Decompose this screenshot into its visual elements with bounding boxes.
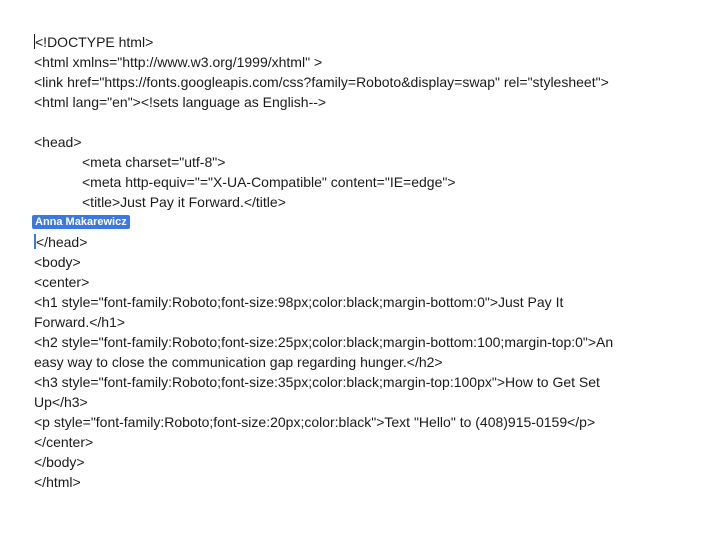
- code-line-text: <head>: [34, 134, 82, 150]
- code-line-doctype[interactable]: <!DOCTYPE html>: [34, 32, 674, 52]
- code-line-html-close[interactable]: </html>: [34, 472, 674, 492]
- code-line-text: Forward.</h1>: [34, 314, 126, 330]
- code-line-title[interactable]: <title>Just Pay it Forward.</title>: [34, 192, 674, 212]
- code-line-text: <center>: [34, 274, 90, 290]
- code-line-text: </body>: [34, 454, 85, 470]
- code-line-text: <h3 style="font-family:Roboto;font-size:…: [34, 374, 600, 390]
- code-line-paragraph[interactable]: <p style="font-family:Roboto;font-size:2…: [34, 412, 674, 432]
- code-line-text: </head>: [36, 234, 88, 250]
- code-line-text: <html lang="en"><!sets language as Engli…: [34, 94, 327, 110]
- code-line-h2-start[interactable]: <h2 style="font-family:Roboto;font-size:…: [34, 332, 674, 352]
- code-line-text: </html>: [34, 474, 81, 490]
- code-line-text: <p style="font-family:Roboto;font-size:2…: [34, 414, 596, 430]
- code-line-body-close[interactable]: </body>: [34, 452, 674, 472]
- code-line-text: <!DOCTYPE html>: [35, 34, 154, 50]
- code-line-text: easy way to close the communication gap …: [34, 354, 443, 370]
- document-body[interactable]: <!DOCTYPE html> <html xmlns="http://www.…: [32, 32, 674, 492]
- code-line-meta-charset[interactable]: <meta charset="utf-8">: [34, 152, 674, 172]
- code-line-blank[interactable]: [34, 112, 674, 132]
- code-line-text: <h1 style="font-family:Roboto;font-size:…: [34, 294, 564, 310]
- code-line-head-open[interactable]: <head>: [34, 132, 674, 152]
- code-line-html-lang[interactable]: <html lang="en"><!sets language as Engli…: [34, 92, 674, 112]
- code-line-center-close[interactable]: </center>: [34, 432, 674, 452]
- code-line-html-xmlns[interactable]: <html xmlns="http://www.w3.org/1999/xhtm…: [34, 52, 674, 72]
- code-line-text: <h2 style="font-family:Roboto;font-size:…: [34, 334, 614, 350]
- collaborator-cursor-flag: Anna Makarewicz: [32, 212, 674, 232]
- code-line-center-open[interactable]: <center>: [34, 272, 674, 292]
- code-line-h3-start[interactable]: <h3 style="font-family:Roboto;font-size:…: [34, 372, 674, 392]
- code-line-h1-start[interactable]: <h1 style="font-family:Roboto;font-size:…: [34, 292, 674, 312]
- code-line-text: <body>: [34, 254, 81, 270]
- code-line-text: <meta charset="utf-8">: [82, 154, 226, 170]
- code-line-h3-end[interactable]: Up</h3>: [34, 392, 674, 412]
- code-line-meta-http-equiv[interactable]: <meta http-equiv="="X-UA-Compatible" con…: [34, 172, 674, 192]
- code-line-link-font[interactable]: <link href="https://fonts.googleapis.com…: [34, 72, 674, 92]
- code-line-text: <html xmlns="http://www.w3.org/1999/xhtm…: [34, 54, 323, 70]
- code-line-text: <title>Just Pay it Forward.</title>: [82, 194, 286, 210]
- code-line-body-open[interactable]: <body>: [34, 252, 674, 272]
- code-line-text: Up</h3>: [34, 394, 88, 410]
- document-page[interactable]: <!DOCTYPE html> <html xmlns="http://www.…: [0, 0, 726, 534]
- code-line-h1-end[interactable]: Forward.</h1>: [34, 312, 674, 332]
- code-line-h2-end[interactable]: easy way to close the communication gap …: [34, 352, 674, 372]
- code-line-head-close[interactable]: </head>: [34, 232, 674, 252]
- code-line-text: </center>: [34, 434, 94, 450]
- code-line-text: <link href="https://fonts.googleapis.com…: [34, 74, 609, 90]
- code-line-text: <meta http-equiv="="X-UA-Compatible" con…: [82, 174, 456, 190]
- collaborator-name-label: Anna Makarewicz: [32, 215, 130, 229]
